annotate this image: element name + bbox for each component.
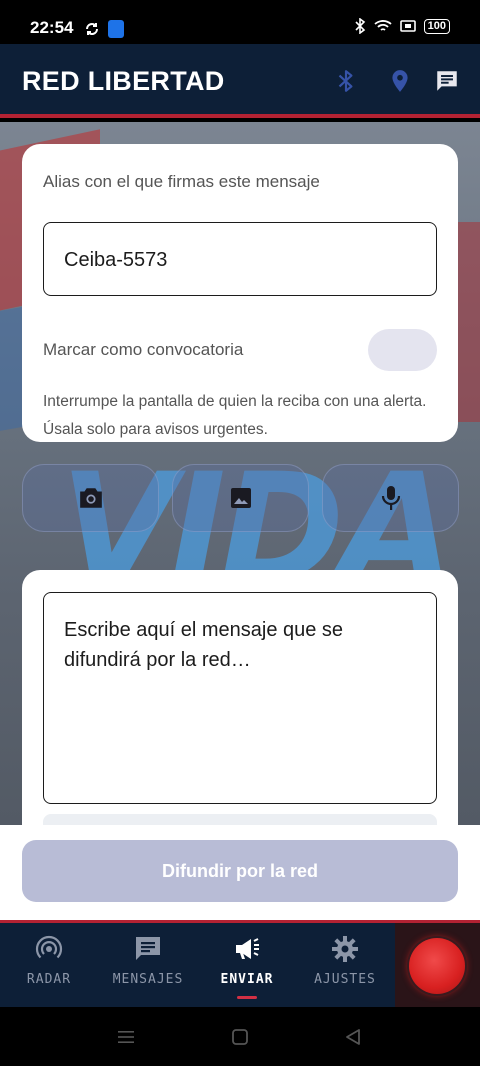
nav-label-mensajes: MENSAJES bbox=[112, 972, 184, 987]
gallery-button[interactable] bbox=[172, 464, 309, 532]
recents-icon[interactable] bbox=[116, 1027, 136, 1047]
alias-label: Alias con el que firmas este mensaje bbox=[43, 172, 320, 191]
sos-area bbox=[395, 923, 480, 1007]
alias-card: Alias con el que firmas este mensaje Cei… bbox=[22, 144, 458, 442]
status-bar: 22:54 100 bbox=[0, 0, 480, 44]
status-icons: 100 bbox=[354, 18, 450, 34]
convocatoria-label: Marcar como convocatoria bbox=[43, 340, 244, 359]
nav-item-radar[interactable]: RADAR bbox=[1, 923, 97, 1007]
image-icon bbox=[230, 488, 251, 508]
microphone-icon bbox=[381, 486, 400, 510]
message-input[interactable]: Escribe aquí el mensaje que se difundirá… bbox=[43, 592, 437, 804]
system-navigation-bar bbox=[0, 1007, 480, 1066]
alias-input[interactable]: Ceiba-5573 bbox=[43, 222, 437, 296]
battery-indicator: 100 bbox=[423, 18, 450, 34]
back-icon[interactable] bbox=[343, 1027, 363, 1047]
megaphone-icon bbox=[236, 938, 259, 959]
home-icon[interactable] bbox=[230, 1027, 250, 1047]
gear-icon bbox=[332, 936, 358, 962]
usb-icon bbox=[108, 20, 124, 38]
nav-label-enviar: ENVIAR bbox=[220, 972, 274, 987]
broadcast-button[interactable]: Difundir por la red bbox=[22, 840, 458, 902]
convocatoria-description: Interrumpe la pantalla de quien la recib… bbox=[43, 393, 427, 438]
camera-icon bbox=[79, 488, 102, 508]
send-panel: Difundir por la red bbox=[0, 825, 480, 920]
bluetooth-icon[interactable] bbox=[333, 68, 359, 94]
audio-button[interactable] bbox=[322, 464, 459, 532]
camera-button[interactable] bbox=[22, 464, 159, 532]
compose-screen[interactable]: VIDA Alias con el que firmas este mensaj… bbox=[0, 122, 480, 920]
active-indicator bbox=[237, 996, 257, 999]
wifi-icon bbox=[374, 20, 392, 31]
messages-icon bbox=[136, 937, 160, 960]
status-time: 22:54 bbox=[30, 18, 74, 37]
bottom-nav: RADAR MENSAJES ENVIAR AJUSTES bbox=[0, 920, 480, 1007]
cast-icon bbox=[399, 20, 416, 32]
bluetooth-status-icon bbox=[355, 18, 365, 34]
sync-icon bbox=[86, 23, 98, 35]
nav-item-enviar[interactable]: ENVIAR bbox=[199, 923, 295, 1007]
panic-button[interactable] bbox=[409, 938, 465, 994]
location-icon[interactable] bbox=[387, 68, 413, 94]
app-header: RED LIBERTAD bbox=[0, 44, 480, 118]
radar-icon bbox=[35, 935, 63, 959]
chat-icon[interactable] bbox=[434, 68, 460, 94]
convocatoria-toggle[interactable] bbox=[368, 329, 437, 371]
nav-item-mensajes[interactable]: MENSAJES bbox=[100, 923, 196, 1007]
nav-label-radar: RADAR bbox=[26, 972, 72, 987]
nav-item-ajustes[interactable]: AJUSTES bbox=[297, 923, 393, 1007]
nav-label-ajustes: AJUSTES bbox=[314, 972, 376, 987]
app-title: RED LIBERTAD bbox=[22, 66, 225, 96]
